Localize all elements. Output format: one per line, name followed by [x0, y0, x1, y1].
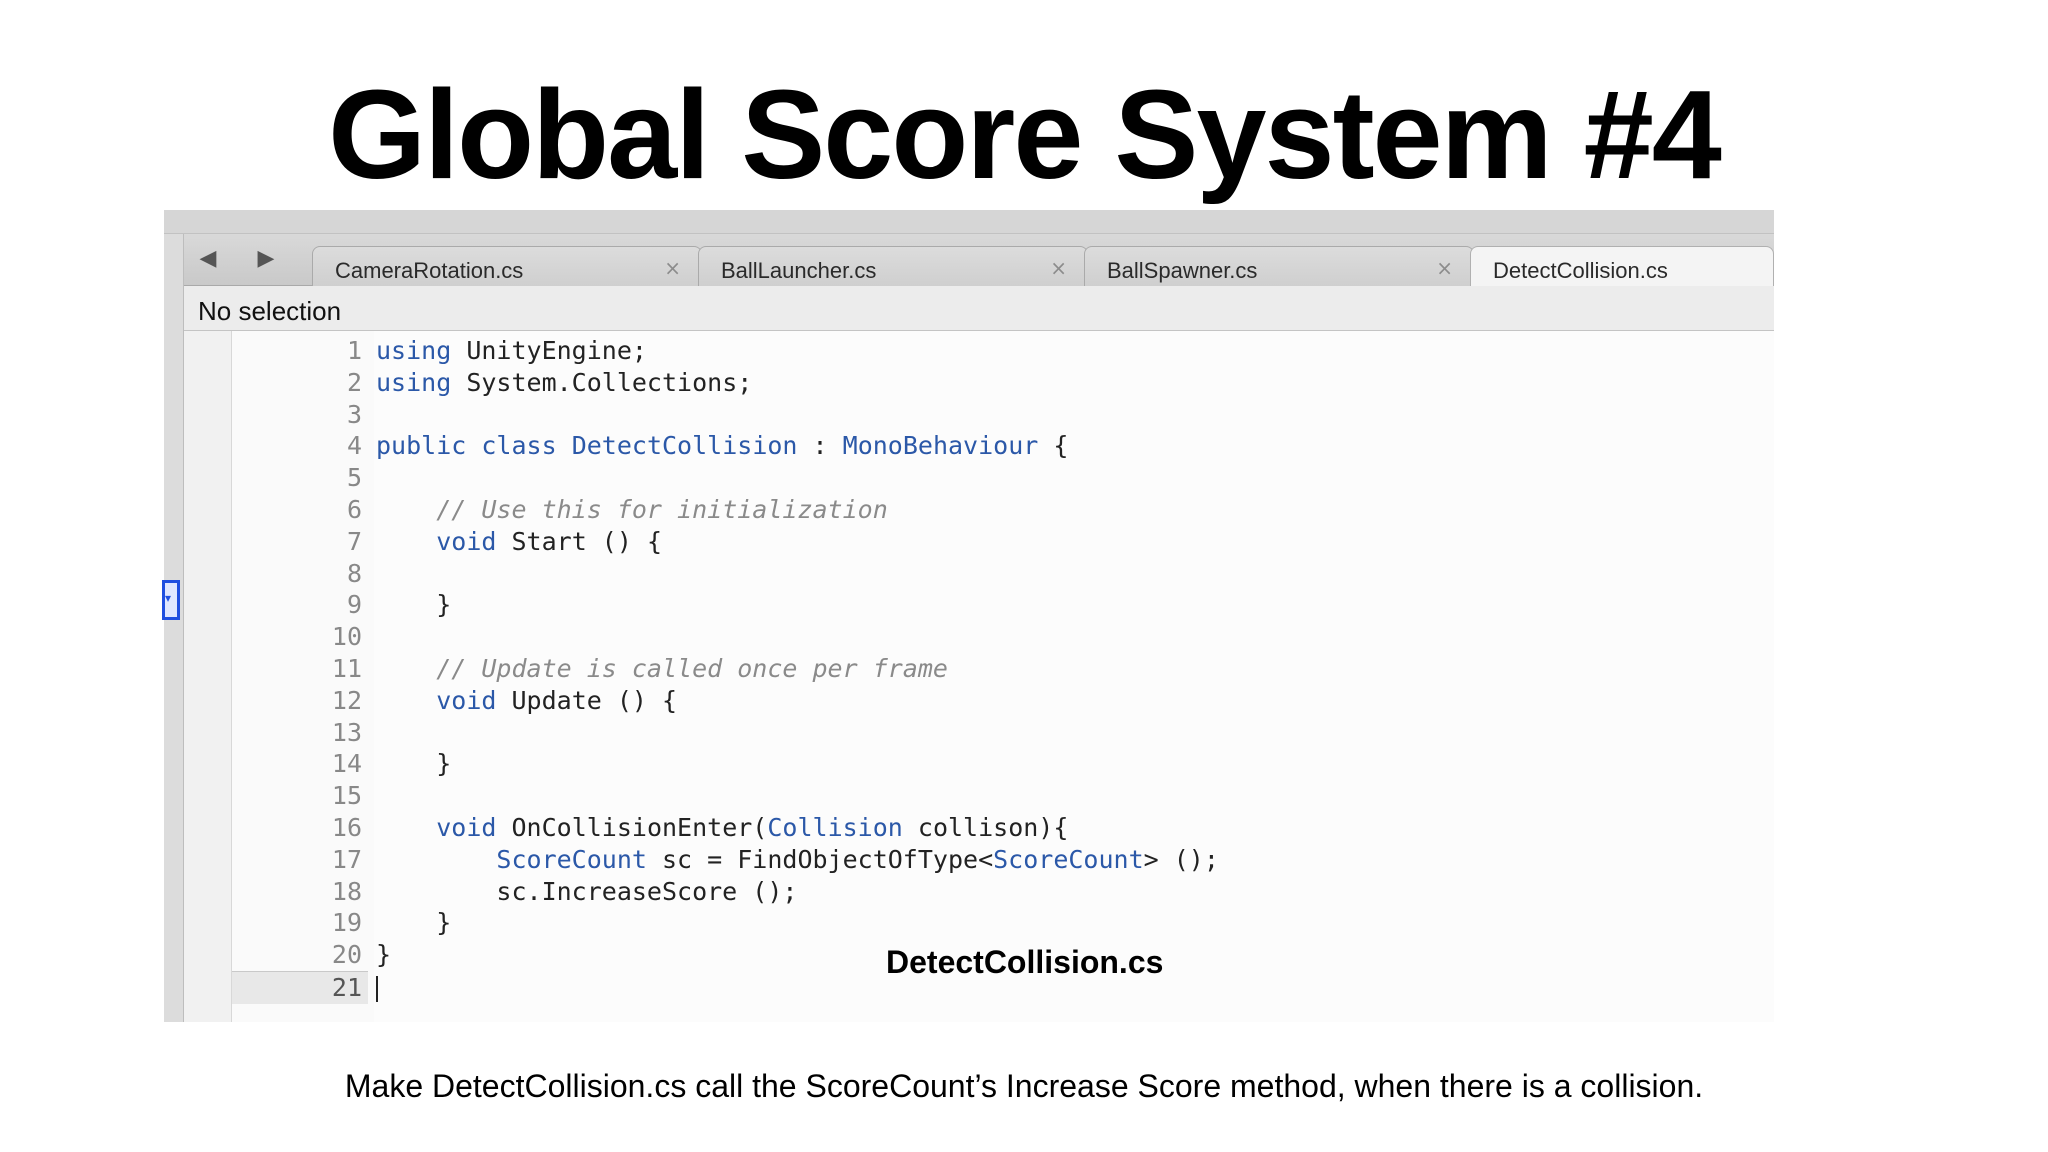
selection-status-bar: No selection: [184, 286, 1774, 331]
editor-top-bar: [164, 210, 1774, 234]
line-number: 5: [346, 463, 362, 493]
code-text: // Update is called once per frame: [436, 653, 948, 683]
tab-ball-spawner[interactable]: BallSpawner.cs ×: [1084, 246, 1474, 286]
code-line[interactable]: 10: [232, 621, 1772, 653]
code-line[interactable]: 9 }: [232, 589, 1772, 621]
line-number: 12: [331, 685, 362, 715]
selection-status: No selection: [198, 296, 342, 326]
line-number: 6: [346, 494, 362, 524]
line-number: 14: [331, 749, 362, 779]
code-line[interactable]: 2 using System.Collections;: [232, 367, 1772, 399]
line-number: 3: [346, 399, 362, 429]
line-number: 19: [331, 908, 362, 938]
code-text: // Use this for initialization: [436, 494, 888, 524]
code-line[interactable]: 3: [232, 399, 1772, 431]
code-text: }: [376, 590, 452, 620]
code-line[interactable]: 7 void Start () {: [232, 526, 1772, 558]
file-caption: DetectCollision.cs: [886, 944, 1164, 980]
tab-bar: ◀ ▶ CameraRotation.cs × BallLauncher.cs …: [184, 234, 1774, 286]
text-cursor: [376, 975, 378, 1002]
instruction-text: Make DetectCollision.cs call the ScoreCo…: [344, 1068, 1704, 1104]
tab-camera-rotation[interactable]: CameraRotation.cs ×: [312, 246, 702, 286]
tab-label: DetectCollision.cs: [1493, 258, 1668, 283]
line-number: 18: [331, 876, 362, 906]
code-area[interactable]: 1 using UnityEngine; 2 using System.Collect…: [232, 335, 1772, 1004]
code-text: ScoreCount sc = FindObjectOfType<ScoreCo…: [496, 844, 1219, 874]
code-line[interactable]: 19 }: [232, 907, 1772, 939]
line-number: 17: [331, 844, 362, 874]
code-line[interactable]: 16 void OnCollisionEnter(Collision colli…: [232, 812, 1772, 844]
line-number: 9: [346, 590, 362, 620]
code-text: }: [376, 908, 452, 938]
editor-left-strip: [164, 234, 184, 1022]
code-line[interactable]: 18 sc.IncreaseScore ();: [232, 876, 1772, 908]
code-line[interactable]: 11 // Update is called once per frame: [232, 653, 1772, 685]
line-number: 15: [331, 781, 362, 811]
tab-ball-launcher[interactable]: BallLauncher.cs ×: [698, 246, 1088, 286]
code-line[interactable]: 15: [232, 780, 1772, 812]
code-line[interactable]: 17 ScoreCount sc = FindObjectOfType<Scor…: [232, 844, 1772, 876]
code-line[interactable]: 6 // Use this for initialization: [232, 494, 1772, 526]
chevron-down-icon: ▾: [165, 591, 172, 605]
slide-title: Global Score System #4: [328, 64, 1722, 205]
code-line[interactable]: 1 using UnityEngine;: [232, 335, 1772, 367]
collapse-marker-icon[interactable]: ▾: [162, 580, 180, 620]
code-text: void OnCollisionEnter(Collision collison…: [436, 812, 1069, 842]
line-number: 21: [232, 970, 368, 1004]
code-text: }: [376, 749, 452, 779]
tab-label: BallSpawner.cs: [1107, 258, 1258, 283]
close-icon[interactable]: ×: [1436, 256, 1453, 280]
line-number: 8: [346, 558, 362, 588]
fold-gutter: [184, 331, 232, 1022]
line-number: 4: [346, 431, 362, 461]
code-text: void Start () {: [436, 526, 663, 556]
tab-label: CameraRotation.cs: [335, 258, 524, 283]
code-text: sc.IncreaseScore ();: [376, 876, 798, 906]
close-icon[interactable]: ×: [664, 256, 681, 280]
code-editor-window: ◀ ▶ CameraRotation.cs × BallLauncher.cs …: [164, 210, 1774, 1022]
back-arrow-icon[interactable]: ◀: [194, 244, 222, 274]
line-number: 11: [331, 653, 362, 683]
line-number: 13: [331, 717, 362, 747]
code-line[interactable]: 8: [232, 558, 1772, 590]
line-number: 7: [346, 526, 362, 556]
forward-arrow-icon[interactable]: ▶: [252, 244, 280, 274]
code-text: public class DetectCollision : MonoBehav…: [376, 431, 1069, 461]
code-line[interactable]: 5: [232, 462, 1772, 494]
line-number: 20: [331, 940, 362, 970]
line-number: 1: [346, 336, 362, 365]
line-number: 10: [331, 622, 362, 652]
line-number: 2: [346, 367, 362, 397]
code-text: }: [376, 940, 392, 970]
code-line[interactable]: 14 }: [232, 748, 1772, 780]
code-line[interactable]: 12 void Update () {: [232, 685, 1772, 717]
code-text: using UnityEngine;: [376, 336, 647, 365]
code-text: void Update () {: [436, 685, 678, 715]
close-icon[interactable]: ×: [1050, 256, 1067, 280]
code-line[interactable]: 13: [232, 717, 1772, 749]
code-text: using System.Collections;: [376, 367, 753, 397]
line-number: 16: [331, 812, 362, 842]
tab-detect-collision[interactable]: DetectCollision.cs: [1470, 246, 1774, 286]
tab-label: BallLauncher.cs: [721, 258, 877, 283]
code-line[interactable]: 4 public class DetectCollision : MonoBeha…: [232, 430, 1772, 462]
code-text: [368, 972, 378, 1004]
